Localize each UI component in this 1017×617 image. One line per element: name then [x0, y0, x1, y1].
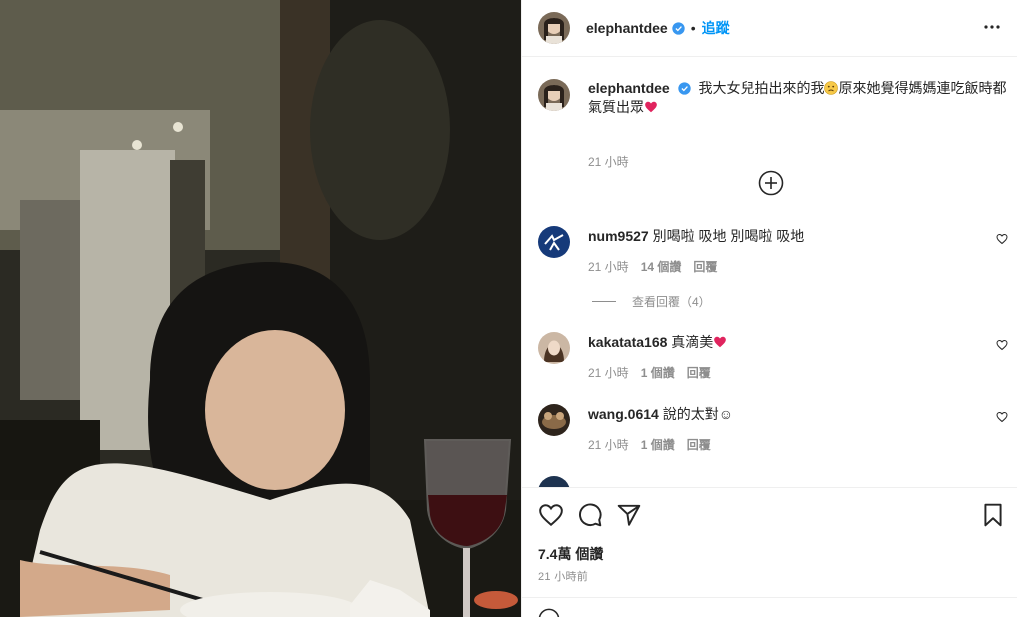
bookmark-icon[interactable]	[980, 502, 1006, 528]
comment-likes[interactable]: 1 個讚	[641, 364, 675, 381]
post-actions: 7.4萬 個讚 21 小時前	[522, 487, 1017, 597]
heart-icon[interactable]	[996, 232, 1008, 245]
load-more-icon[interactable]	[758, 170, 784, 196]
more-options-icon[interactable]	[983, 18, 1001, 36]
comment-text: 別喝啦 吸地 別喝啦 吸地	[652, 228, 805, 244]
comment-text-row: num9527 別喝啦 吸地 別喝啦 吸地	[588, 227, 804, 245]
commenter-avatar[interactable]	[538, 404, 570, 436]
caption-avatar[interactable]	[538, 79, 570, 111]
share-icon[interactable]	[616, 502, 642, 528]
heart-icon[interactable]	[538, 502, 564, 528]
comment-likes[interactable]: 1 個讚	[641, 436, 675, 453]
add-comment-row	[522, 597, 1017, 617]
red-heart-emoji-icon	[644, 100, 658, 114]
commenter-username[interactable]: kakatata168	[588, 334, 667, 350]
comment-text-row: wang.0614 說的太對☺	[588, 405, 733, 423]
replies-divider	[592, 301, 616, 302]
caption-time: 21 小時	[588, 155, 629, 169]
view-replies-label: 查看回覆（4）	[632, 295, 711, 309]
comment-text: 真滴美	[671, 334, 714, 350]
view-replies-button[interactable]: 查看回覆（4）	[592, 293, 711, 310]
comment-meta: 21 小時 14 個讚 回覆	[588, 258, 717, 275]
emoji-icon[interactable]	[538, 608, 560, 617]
follow-button[interactable]: 追蹤	[702, 18, 730, 38]
comment-time: 21 小時	[588, 260, 629, 274]
reply-button[interactable]: 回覆	[693, 258, 717, 275]
like-count[interactable]: 7.4萬 個讚	[538, 544, 603, 564]
verified-badge-icon	[672, 21, 685, 35]
comment-likes[interactable]: 14 個讚	[641, 258, 682, 275]
separator-dot: •	[690, 20, 696, 36]
commenter-username[interactable]: num9527	[588, 228, 649, 244]
post-detail-panel: elephantdee • 追蹤 elephantdee 我大女兒拍出來的我 原…	[521, 0, 1017, 617]
post-header: elephantdee • 追蹤	[522, 0, 1017, 57]
comment-text-row: kakatata168 真滴美	[588, 333, 727, 351]
reply-button[interactable]: 回覆	[687, 436, 711, 453]
heart-icon[interactable]	[996, 410, 1008, 423]
comment-meta: 21 小時 1 個讚 回覆	[588, 364, 711, 381]
post-photo[interactable]	[0, 0, 521, 617]
commenter-username[interactable]: wang.0614	[588, 406, 659, 422]
posted-time[interactable]: 21 小時前	[538, 568, 588, 584]
reply-button[interactable]: 回覆	[687, 364, 711, 381]
comments-list[interactable]: elephantdee 我大女兒拍出來的我 原來她覺得媽媽連吃飯時都氣質出眾 21…	[522, 57, 1017, 487]
comment-time: 21 小時	[588, 366, 629, 380]
comment-meta: 21 小時 1 個讚 回覆	[588, 436, 711, 453]
caption-body: elephantdee 我大女兒拍出來的我 原來她覺得媽媽連吃飯時都氣質出眾	[588, 79, 1008, 117]
author-username[interactable]: elephantdee	[586, 20, 668, 36]
verified-badge-icon	[677, 81, 691, 95]
commenter-avatar[interactable]	[538, 332, 570, 364]
comment-time: 21 小時	[588, 438, 629, 452]
heart-icon[interactable]	[996, 338, 1008, 351]
sad-face-emoji-icon	[824, 81, 839, 95]
commenter-avatar[interactable]	[538, 476, 570, 487]
comment-text: 說的太對☺	[662, 406, 734, 422]
caption-text: 我大女兒拍出來的我	[698, 80, 825, 96]
red-heart-emoji-icon	[713, 335, 727, 349]
caption-username[interactable]: elephantdee	[588, 80, 670, 96]
author-avatar[interactable]	[538, 12, 570, 44]
commenter-avatar[interactable]	[538, 226, 570, 258]
comment-icon[interactable]	[577, 502, 603, 528]
